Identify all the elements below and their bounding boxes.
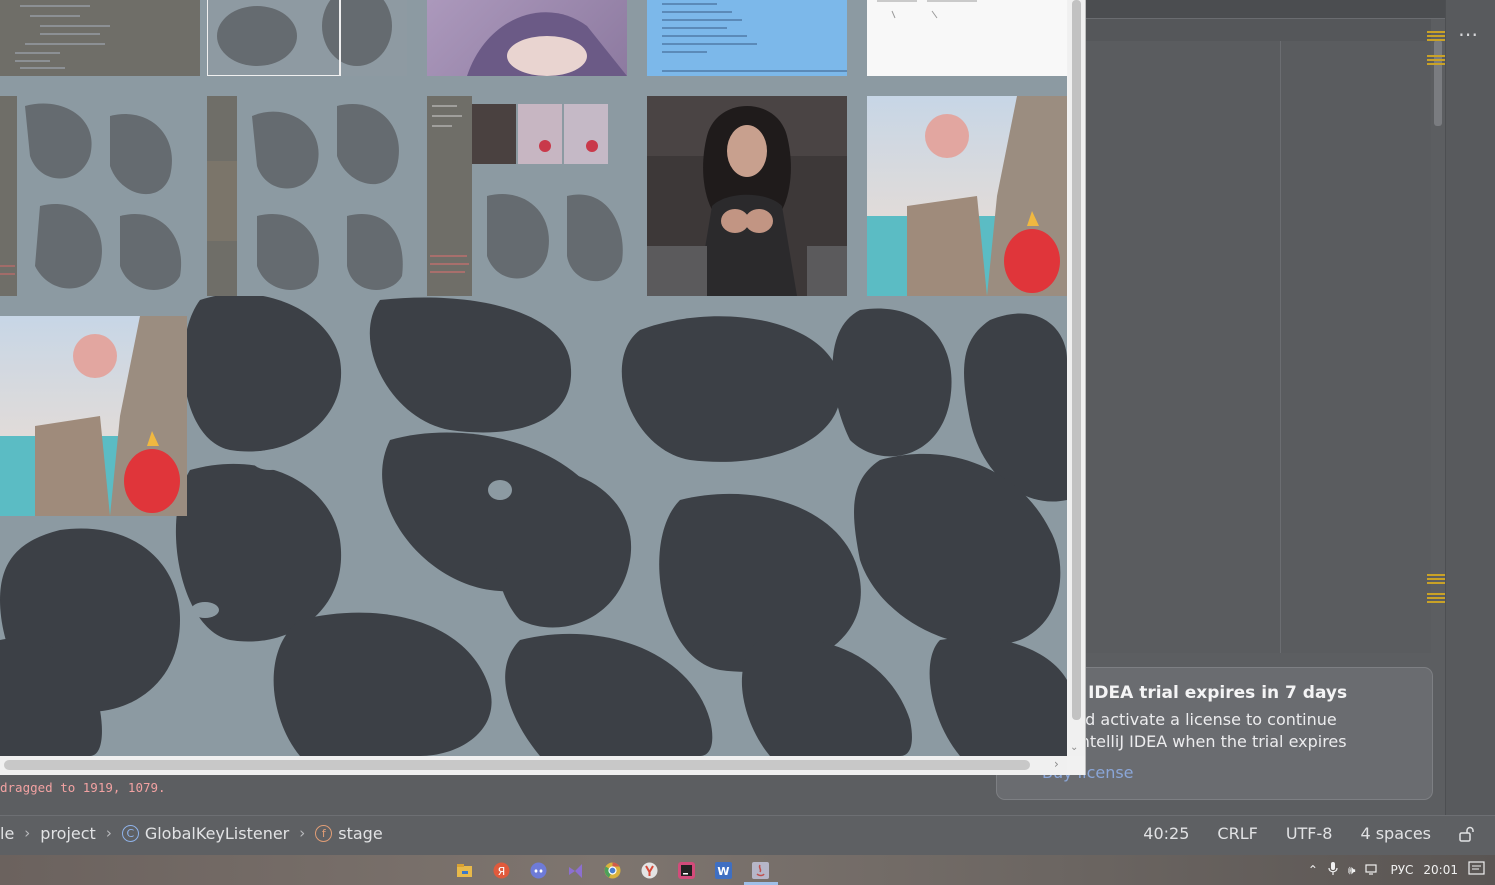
chevron-right-icon: ›	[24, 824, 31, 842]
thumbnail-pattern[interactable]	[207, 0, 407, 76]
speaker-icon[interactable]: 🕪	[1348, 863, 1356, 878]
thumbnail-pattern-ide-2[interactable]	[207, 96, 407, 296]
notifications-icon[interactable]	[1468, 861, 1485, 879]
more-options-icon[interactable]: ⋯	[1458, 22, 1479, 46]
line-separator[interactable]: CRLF	[1217, 824, 1257, 843]
console-output-line: dragged to 1919, 1079.	[0, 780, 166, 795]
microphone-icon[interactable]	[1328, 861, 1338, 879]
status-widgets: 40:25 CRLF UTF-8 4 spaces	[1143, 824, 1475, 843]
discord-icon[interactable]	[530, 862, 547, 879]
breadcrumb-item-class[interactable]: C GlobalKeyListener	[121, 824, 289, 843]
keyboard-language[interactable]: РУС	[1390, 863, 1413, 877]
breadcrumb-item-project[interactable]: project	[40, 824, 96, 843]
warning-marker[interactable]	[1427, 55, 1445, 57]
image-canvas[interactable]	[0, 0, 1067, 756]
notification-title: iJ IDEA trial expires in 7 days	[1070, 683, 1348, 703]
chevron-right-icon: ›	[105, 824, 112, 842]
file-encoding[interactable]: UTF-8	[1286, 824, 1333, 843]
caret-position[interactable]: 40:25	[1143, 824, 1189, 843]
vertical-scrollbar-thumb[interactable]	[1072, 0, 1081, 720]
thumbnail-code-screenshot[interactable]	[647, 0, 847, 76]
microsoft-word-icon[interactable]: W	[715, 862, 732, 879]
chevron-right-icon: ›	[299, 824, 306, 842]
scroll-right-arrow-icon[interactable]: ›	[1054, 757, 1059, 771]
field-icon: f	[315, 824, 333, 842]
scroll-down-arrow-icon[interactable]: ⌄	[1070, 742, 1078, 753]
right-tool-strip	[1445, 0, 1495, 815]
breadcrumb-item-field[interactable]: f stage	[315, 824, 383, 843]
yandex-icon[interactable]: Я	[493, 862, 510, 879]
warning-marker[interactable]	[1427, 31, 1445, 33]
right-margin-guide	[1280, 41, 1281, 653]
yandex-browser-icon[interactable]	[641, 862, 658, 879]
system-tray: ⌃ 🕪 РУС 20:01	[1308, 855, 1495, 885]
code-editor[interactable]	[1086, 41, 1431, 653]
clock[interactable]: 20:01	[1423, 863, 1458, 877]
intellij-idea-icon[interactable]	[678, 862, 695, 879]
editor-scrollbar[interactable]	[1434, 40, 1442, 126]
lock-open-icon[interactable]	[1459, 826, 1475, 842]
thumbnail-pattern-ide[interactable]	[0, 96, 200, 296]
class-icon: C	[121, 824, 139, 842]
warning-marker[interactable]	[1427, 574, 1445, 576]
thumbnail-game-scene-2[interactable]	[0, 316, 187, 516]
file-explorer-icon[interactable]	[456, 862, 473, 879]
chevron-up-icon[interactable]: ⌃	[1308, 863, 1318, 877]
thumbnail-character-art[interactable]	[427, 0, 627, 76]
svg-text:W: W	[717, 865, 729, 878]
thumbnail-white-document[interactable]	[867, 0, 1067, 76]
java-app-icon[interactable]	[752, 862, 769, 879]
visual-studio-icon[interactable]	[567, 862, 584, 879]
ide-title-strip	[1086, 0, 1495, 19]
svg-text:Я: Я	[498, 865, 506, 878]
indent-setting[interactable]: 4 spaces	[1360, 824, 1431, 843]
windows-taskbar	[0, 855, 1495, 885]
notification-text: IntelliJ IDEA when the trial expires	[1075, 732, 1347, 751]
thumbnail-portrait-photo[interactable]	[647, 96, 847, 296]
ide-editor-tabs	[1086, 19, 1431, 41]
thumbnail-game-scene[interactable]	[867, 96, 1067, 296]
warning-marker[interactable]	[1427, 593, 1445, 595]
notification-text: nd activate a license to continue	[1075, 710, 1337, 729]
breadcrumb-item[interactable]: le	[0, 824, 14, 843]
horizontal-scrollbar-thumb[interactable]	[4, 760, 1030, 770]
breadcrumb: le › project › C GlobalKeyListener › f s…	[0, 822, 383, 844]
thumbnail-ide-project-tree[interactable]	[0, 0, 200, 76]
network-icon[interactable]	[1365, 862, 1380, 878]
chrome-icon[interactable]	[604, 862, 621, 879]
thumbnail-ide-with-gallery[interactable]	[427, 96, 627, 296]
